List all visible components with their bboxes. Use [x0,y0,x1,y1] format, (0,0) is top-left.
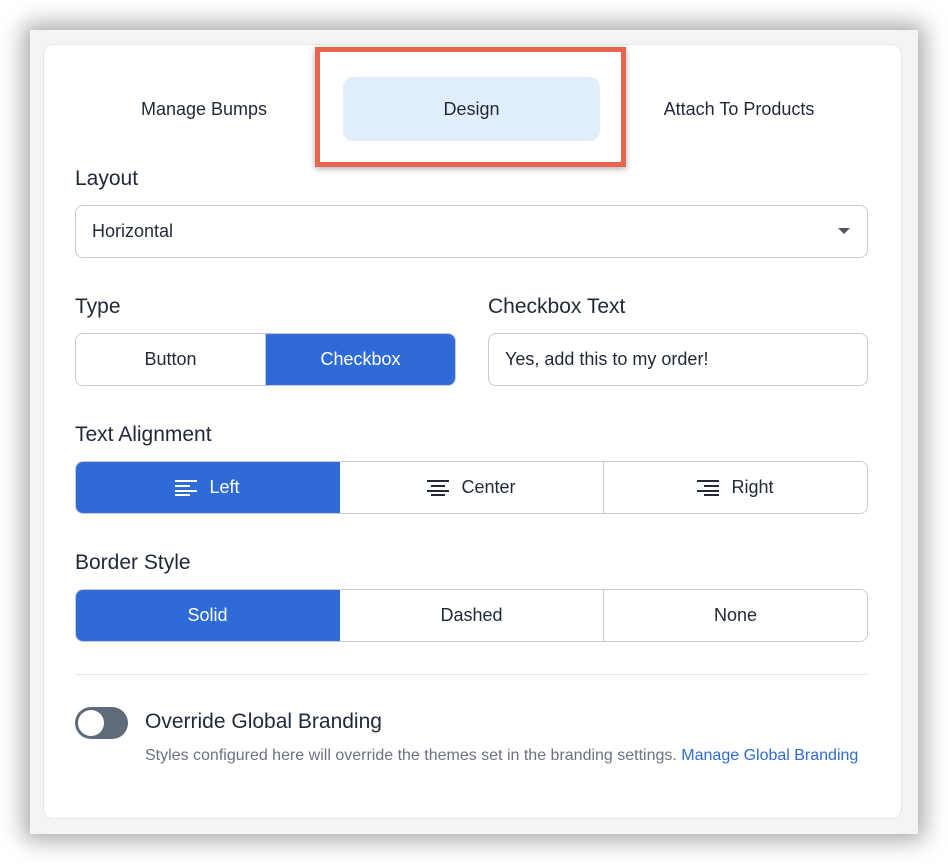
type-label: Type [75,295,121,318]
text-alignment-segmented-control: Left Center Right [75,461,868,514]
align-right-icon [697,479,720,496]
tab-attach-to-products[interactable]: Attach To Products [630,77,848,141]
checkbox-text-label: Checkbox Text [488,295,626,318]
override-branding-help: Styles configured here will override the… [145,745,865,766]
type-segmented-control: Button Checkbox [75,333,456,386]
override-branding-toggle[interactable] [75,707,128,739]
align-left-label: Left [209,477,240,497]
tab-manage-bumps[interactable]: Manage Bumps [114,77,294,141]
checkbox-text-input[interactable]: Yes, add this to my order! [488,333,868,386]
border-style-segmented-control: Solid Dashed None [75,589,868,642]
type-button-option[interactable]: Button [76,334,266,385]
text-alignment-label: Text Alignment [75,423,212,446]
border-style-label: Border Style [75,551,191,574]
layout-select[interactable]: Horizontal [75,205,868,258]
align-left-option[interactable]: Left [76,462,340,513]
checkbox-text-value: Yes, add this to my order! [505,349,709,369]
border-dashed-option[interactable]: Dashed [340,590,604,641]
align-right-option[interactable]: Right [604,462,867,513]
override-branding-title: Override Global Branding [145,710,382,733]
border-solid-option[interactable]: Solid [76,590,340,641]
manage-global-branding-link[interactable]: Manage Global Branding [681,747,858,764]
align-center-label: Center [461,477,516,497]
align-right-label: Right [731,477,774,497]
chevron-down-icon [838,228,850,234]
override-help-text: Styles configured here will override the… [145,747,677,764]
align-center-option[interactable]: Center [340,462,604,513]
layout-select-value: Horizontal [92,221,174,241]
align-center-icon [427,479,450,496]
layout-label: Layout [75,167,139,190]
align-left-icon [175,479,198,496]
toggle-knob [78,710,104,736]
type-checkbox-option[interactable]: Checkbox [266,334,455,385]
border-none-option[interactable]: None [604,590,867,641]
section-divider [75,674,868,675]
tab-design[interactable]: Design [343,77,600,141]
